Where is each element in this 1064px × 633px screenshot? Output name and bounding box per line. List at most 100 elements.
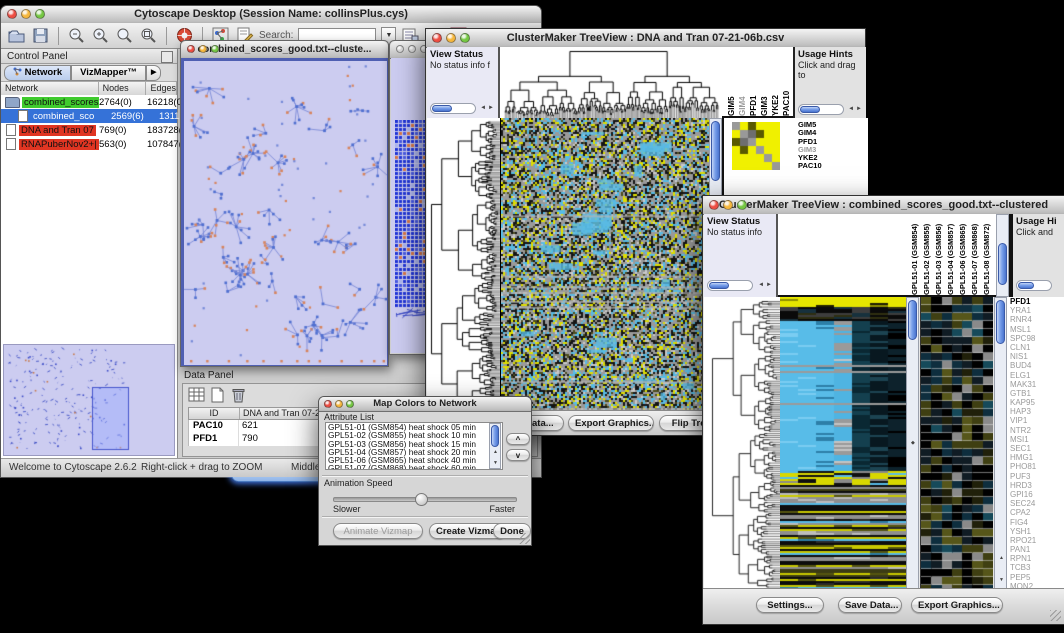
gene-label[interactable]: TCB3 — [1007, 563, 1064, 572]
column-label[interactable]: GIM4 — [738, 56, 748, 116]
row-label[interactable]: PAC10 — [798, 162, 822, 170]
gene-label-list[interactable]: PFD1YRA1RNR4MSL1SPC98CLN1NIS1BUD4ELG1MAK… — [1007, 297, 1064, 591]
save-data-button[interactable]: Save Data... — [838, 597, 902, 613]
scroll-arrows[interactable]: ▲▼ — [493, 447, 498, 469]
resize-grip[interactable] — [519, 533, 530, 544]
close-icon[interactable] — [7, 9, 17, 19]
close-icon[interactable] — [432, 33, 442, 43]
open-folder-icon[interactable] — [7, 26, 26, 45]
move-attribute-up-button[interactable]: ^ — [506, 433, 530, 445]
close-icon[interactable] — [187, 45, 195, 53]
gene-label[interactable]: PHO81 — [1007, 462, 1064, 471]
gene-label[interactable]: YRA1 — [1007, 306, 1064, 315]
minimize-icon[interactable] — [335, 400, 343, 408]
attribute-list-vscrollbar[interactable]: ▲▼ — [489, 423, 501, 469]
gene-label[interactable]: PAN1 — [1007, 545, 1064, 554]
treeview2-titlebar[interactable]: ClusterMaker TreeView : combined_scores_… — [703, 196, 1064, 215]
heatmap-vscrollbar[interactable]: ◆ — [906, 297, 919, 591]
row-dendrogram-canvas[interactable] — [704, 297, 780, 591]
export-graphics-button[interactable]: Export Graphics... — [568, 415, 654, 431]
gene-label[interactable]: RPO21 — [1007, 536, 1064, 545]
zoom-fit-icon[interactable] — [139, 26, 158, 45]
usage-hints-hscrollbar[interactable] — [1016, 280, 1052, 291]
zoom-window-icon[interactable] — [211, 45, 219, 53]
gene-label[interactable]: CPA2 — [1007, 508, 1064, 517]
dialog-titlebar[interactable]: Map Colors to Network — [319, 397, 531, 412]
column-label[interactable]: GPL51-01 (GSM854) — [909, 215, 921, 295]
new-attribute-icon[interactable] — [209, 387, 226, 403]
treeview1-titlebar[interactable]: ClusterMaker TreeView : DNA and Tran 07-… — [426, 29, 865, 48]
tab-network[interactable]: Network — [4, 65, 71, 81]
vscroll-thumb[interactable] — [996, 300, 1005, 344]
vscroll-thumb[interactable] — [711, 121, 720, 181]
zoom-window-icon[interactable] — [737, 200, 747, 210]
gene-label[interactable]: PFD1 — [1007, 297, 1064, 306]
minimize-icon[interactable] — [446, 33, 456, 43]
attribute-browser-table[interactable]: ID DNA and Tran 07-21-06b PAC10621PFD179… — [188, 407, 338, 446]
hscroll-thumb[interactable] — [709, 282, 729, 289]
vscroll-thumb[interactable] — [998, 243, 1007, 285]
gene-label[interactable]: SEC24 — [1007, 499, 1064, 508]
column-label[interactable]: GPL51-06 (GSM865) — [957, 215, 969, 295]
view-status-hscrollbar[interactable] — [430, 103, 476, 114]
gene-label[interactable]: PEP5 — [1007, 573, 1064, 582]
row-label[interactable]: GIM3 — [798, 146, 822, 154]
window-controls[interactable] — [324, 400, 354, 408]
gene-label[interactable]: FIG4 — [1007, 518, 1064, 527]
close-icon[interactable] — [324, 400, 332, 408]
gene-label[interactable]: RPN1 — [1007, 554, 1064, 563]
zoom-window-icon[interactable] — [35, 9, 45, 19]
row-label[interactable]: GIM4 — [798, 129, 822, 137]
gene-label[interactable]: NTR2 — [1007, 426, 1064, 435]
minimize-icon[interactable] — [723, 200, 733, 210]
column-label[interactable]: PAC10 — [782, 56, 792, 116]
column-label[interactable]: GPL51-02 (GSM855) — [921, 215, 933, 295]
gene-label[interactable]: MSI1 — [1007, 435, 1064, 444]
column-label[interactable]: GIM3 — [760, 56, 770, 116]
scroll-arrows[interactable]: ◄► — [758, 280, 774, 291]
zoom-window-icon[interactable] — [460, 33, 470, 43]
gene-label[interactable]: KAP95 — [1007, 398, 1064, 407]
export-graphics-button[interactable]: Export Graphics... — [911, 597, 1003, 613]
gene-label[interactable]: RNR4 — [1007, 315, 1064, 324]
settings-button[interactable]: Settings... — [756, 597, 824, 613]
float-panel-icon[interactable] — [161, 51, 173, 63]
window-controls[interactable] — [432, 33, 470, 43]
column-dendrogram-canvas[interactable] — [500, 47, 722, 120]
heatmap-global-canvas[interactable] — [780, 297, 906, 591]
window-controls[interactable] — [187, 45, 219, 53]
network-row[interactable]: RNAPuberNov2+|563(0)107847(0) — [1, 137, 177, 151]
heatmap-zoom-canvas[interactable] — [920, 297, 993, 591]
gene-label[interactable]: MAK31 — [1007, 380, 1064, 389]
minimize-icon[interactable] — [21, 9, 31, 19]
row-label[interactable]: GIM5 — [798, 121, 822, 129]
network-view-titlebar[interactable]: combined_scores_good.txt--cluste... — [181, 41, 388, 59]
column-label[interactable]: YKE2 — [771, 56, 781, 116]
hscroll-thumb[interactable] — [800, 106, 820, 113]
usage-hints-hscrollbar[interactable] — [798, 104, 844, 115]
gene-label[interactable]: BUD4 — [1007, 361, 1064, 370]
zoom-window-icon[interactable] — [346, 400, 354, 408]
window-controls[interactable] — [709, 200, 747, 210]
row-label[interactable]: PFD1 — [798, 138, 822, 146]
view-status-hscrollbar[interactable] — [707, 280, 753, 291]
gene-label[interactable]: PUF3 — [1007, 472, 1064, 481]
column-label[interactable]: GIM5 — [727, 56, 737, 116]
gene-label[interactable]: ELG1 — [1007, 371, 1064, 380]
column-label[interactable]: GPL51-07 (GSM868) — [969, 215, 981, 295]
scroll-arrows[interactable]: ◄► — [848, 104, 864, 115]
vscroll-thumb[interactable] — [908, 300, 917, 340]
vscroll-thumb[interactable] — [491, 425, 499, 447]
gene-label[interactable]: HMG1 — [1007, 453, 1064, 462]
gene-label[interactable]: GPI16 — [1007, 490, 1064, 499]
network-overview-thumbnail[interactable] — [3, 344, 175, 456]
magnify-icon[interactable] — [115, 26, 134, 45]
delete-attribute-trash-icon[interactable] — [230, 387, 247, 403]
column-label[interactable]: PFD1 — [749, 56, 759, 116]
data-row[interactable]: PFD1790 — [188, 433, 338, 446]
gene-label[interactable]: MSL1 — [1007, 325, 1064, 334]
row-label[interactable]: YKE2 — [798, 154, 822, 162]
correlation-matrix-canvas[interactable] — [732, 122, 780, 170]
window-controls[interactable] — [396, 45, 428, 53]
zoom-in-icon[interactable] — [91, 26, 110, 45]
